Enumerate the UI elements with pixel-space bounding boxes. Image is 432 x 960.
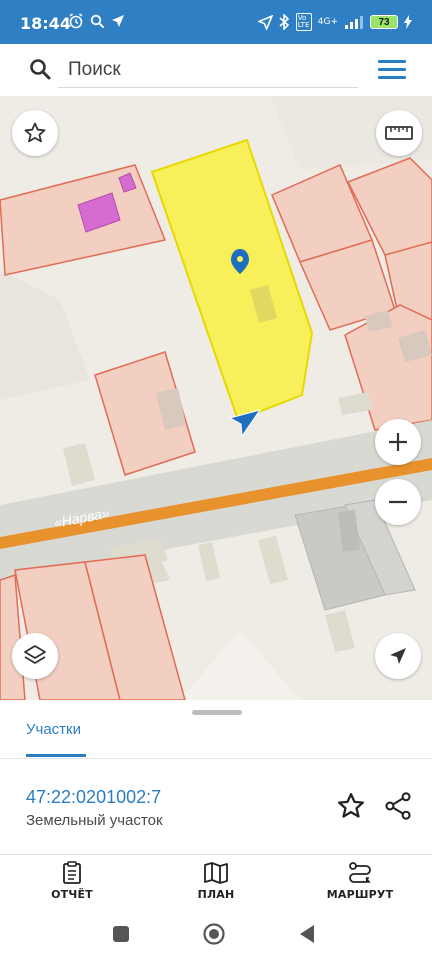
parcel-cadastral-number[interactable]: 47:22:0201002:7: [26, 787, 161, 808]
charging-icon: [404, 15, 412, 29]
nav-plan-button[interactable]: ПЛАН: [166, 861, 266, 901]
bluetooth-icon: [279, 14, 289, 30]
map-view[interactable]: «Нарва»: [0, 96, 432, 700]
hamburger-menu-icon[interactable]: [378, 58, 406, 80]
navigation-icon: [257, 14, 273, 30]
report-icon: [63, 861, 81, 884]
home-icon[interactable]: [202, 922, 226, 946]
signal-icon: [345, 16, 363, 29]
layers-button[interactable]: [12, 633, 58, 679]
ruler-button[interactable]: [376, 110, 422, 156]
search-input[interactable]: [58, 52, 358, 88]
search-status-icon: [90, 14, 105, 28]
navigation-arrow-icon: [390, 648, 406, 664]
plus-icon: [389, 433, 407, 451]
network-label: 4G+: [317, 16, 338, 27]
sheet-drag-handle[interactable]: [192, 710, 242, 715]
location-arrow-icon: [112, 15, 124, 27]
ruler-icon: [385, 126, 413, 140]
tab-indicator: [26, 754, 86, 757]
map-canvas[interactable]: «Нарва»: [0, 96, 432, 700]
search-bar: [0, 44, 432, 96]
tab-parcels[interactable]: Участки: [26, 721, 81, 738]
nav-plan-label: ПЛАН: [197, 888, 235, 901]
layers-icon: [24, 645, 46, 664]
system-navigation-bar: [0, 910, 432, 960]
status-bar: 18:44 Vo LTE 4G+ 73: [0, 0, 432, 44]
nav-report-label: ОТЧЁТ: [51, 888, 93, 901]
status-time: 18:44: [20, 14, 71, 33]
star-icon[interactable]: [336, 791, 366, 821]
zoom-in-button[interactable]: [375, 419, 421, 465]
nav-report-button[interactable]: ОТЧЁТ: [22, 861, 122, 901]
my-location-button[interactable]: [375, 633, 421, 679]
alarm-icon: [69, 13, 83, 29]
search-icon[interactable]: [28, 57, 52, 81]
nav-route-button[interactable]: МАРШРУТ: [310, 861, 410, 901]
bottom-sheet: Участки 47:22:0201002:7 Земельный участо…: [0, 700, 432, 854]
star-outline-icon: [24, 122, 46, 143]
zoom-out-button[interactable]: [375, 479, 421, 525]
divider: [0, 758, 432, 759]
minus-icon: [389, 500, 407, 504]
parcel-type-label: Земельный участок: [26, 812, 163, 829]
share-icon[interactable]: [384, 791, 412, 821]
bottom-navigation: ОТЧЁТ ПЛАН МАРШРУТ: [0, 854, 432, 910]
map-icon: [204, 862, 228, 884]
volte-label: Vo LTE: [295, 13, 312, 31]
back-icon[interactable]: [298, 924, 316, 944]
route-icon: [349, 862, 371, 883]
battery-indicator: 73: [370, 15, 398, 29]
nav-route-label: МАРШРУТ: [326, 888, 394, 901]
recent-apps-icon[interactable]: [112, 925, 130, 943]
favorite-button[interactable]: [12, 110, 58, 156]
